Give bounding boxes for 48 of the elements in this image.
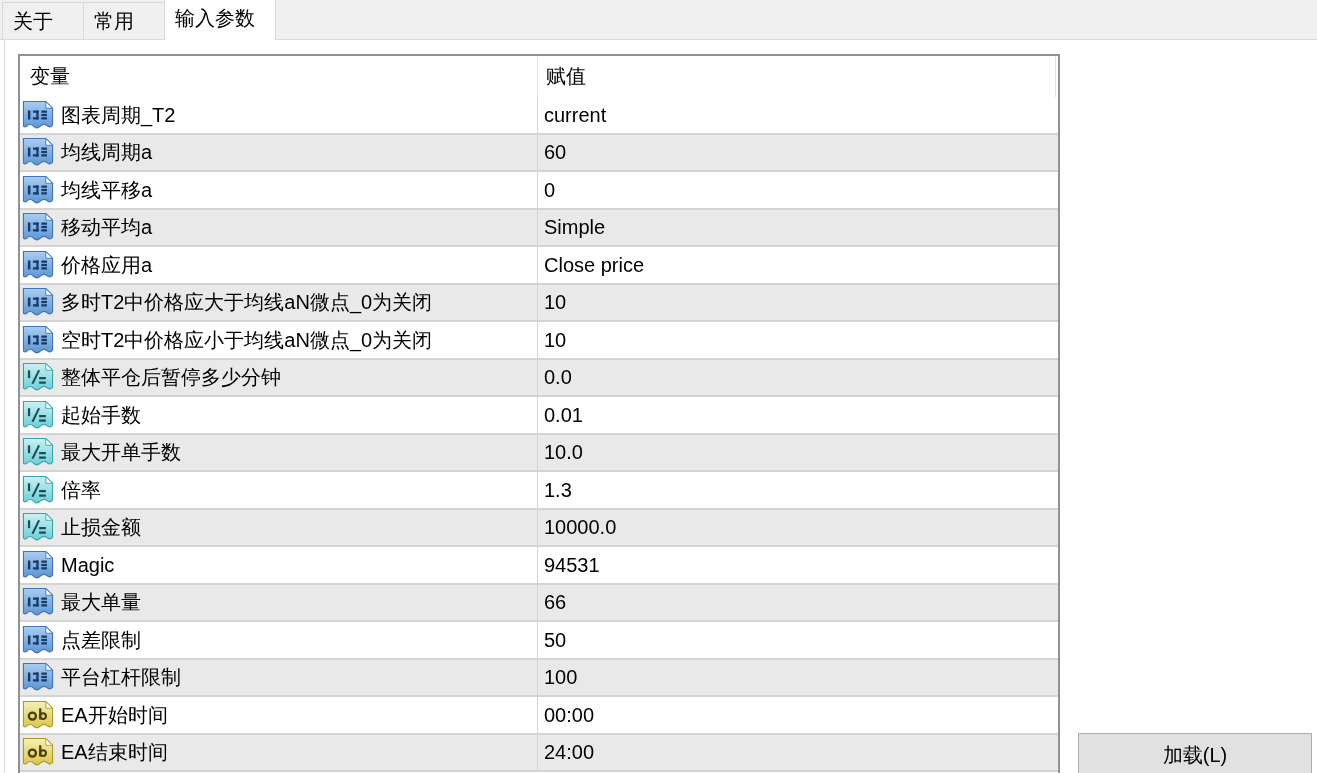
- parameter-value[interactable]: 0.0: [544, 365, 572, 390]
- load-button[interactable]: 加载(L): [1078, 733, 1312, 773]
- number-document-icon: [22, 288, 54, 317]
- parameter-value[interactable]: 10: [544, 290, 567, 315]
- variable-name: Magic: [61, 552, 115, 577]
- parameter-value[interactable]: 66: [544, 590, 567, 615]
- parameter-value[interactable]: 10000.0: [544, 515, 617, 540]
- number-document-icon: [22, 588, 54, 617]
- variable-name: 最大单量: [61, 590, 141, 615]
- text-document-icon: [22, 738, 54, 767]
- parameter-value[interactable]: 0: [544, 177, 556, 202]
- number-document-icon: [22, 138, 54, 167]
- variable-name: EA结束时间: [61, 740, 168, 765]
- variable-name: 价格应用a: [61, 252, 153, 277]
- variable-name: 均线周期a: [61, 140, 153, 165]
- parameter-value[interactable]: 100: [544, 665, 578, 690]
- variable-name: 移动平均a: [61, 215, 153, 240]
- fraction-document-icon: [22, 513, 54, 542]
- parameter-value[interactable]: 00:00: [544, 702, 595, 727]
- variable-name: 点差限制: [61, 627, 141, 652]
- parameter-value[interactable]: 10.0: [544, 440, 583, 465]
- tab[interactable]: 输入参数: [164, 0, 276, 40]
- variable-name: 图表周期_T2: [61, 102, 176, 127]
- parameter-value[interactable]: 24:00: [544, 740, 595, 765]
- variable-name: EA开始时间: [61, 702, 168, 727]
- variable-name: 多时T2中价格应大于均线aN微点_0为关闭: [61, 290, 433, 315]
- variable-name: 均线平移a: [61, 177, 153, 202]
- variable-name: 空时T2中价格应小于均线aN微点_0为关闭: [61, 327, 433, 352]
- variable-name: 平台杠杆限制: [61, 665, 181, 690]
- parameter-value[interactable]: 10: [544, 327, 567, 352]
- parameter-value[interactable]: Close price: [544, 252, 645, 277]
- fraction-document-icon: [22, 438, 54, 467]
- variable-name: 止损金额: [61, 515, 141, 540]
- parameter-value[interactable]: 1.3: [544, 477, 572, 502]
- variable-name: 起始手数: [61, 402, 141, 427]
- parameter-value[interactable]: 0.01: [544, 402, 583, 427]
- number-document-icon: [22, 663, 54, 692]
- variable-name: 倍率: [61, 477, 101, 502]
- parameter-value[interactable]: 94531: [544, 552, 600, 577]
- parameter-value[interactable]: 50: [544, 627, 567, 652]
- variable-name: 整体平仓后暂停多少分钟: [61, 365, 281, 390]
- tab[interactable]: 关于: [2, 2, 84, 39]
- parameter-value[interactable]: Simple: [544, 215, 606, 240]
- number-document-icon: [22, 213, 54, 242]
- parameter-value[interactable]: 60: [544, 140, 567, 165]
- variable-name: 最大开单手数: [61, 440, 181, 465]
- parameter-value[interactable]: current: [544, 102, 607, 127]
- fraction-document-icon: [22, 363, 54, 392]
